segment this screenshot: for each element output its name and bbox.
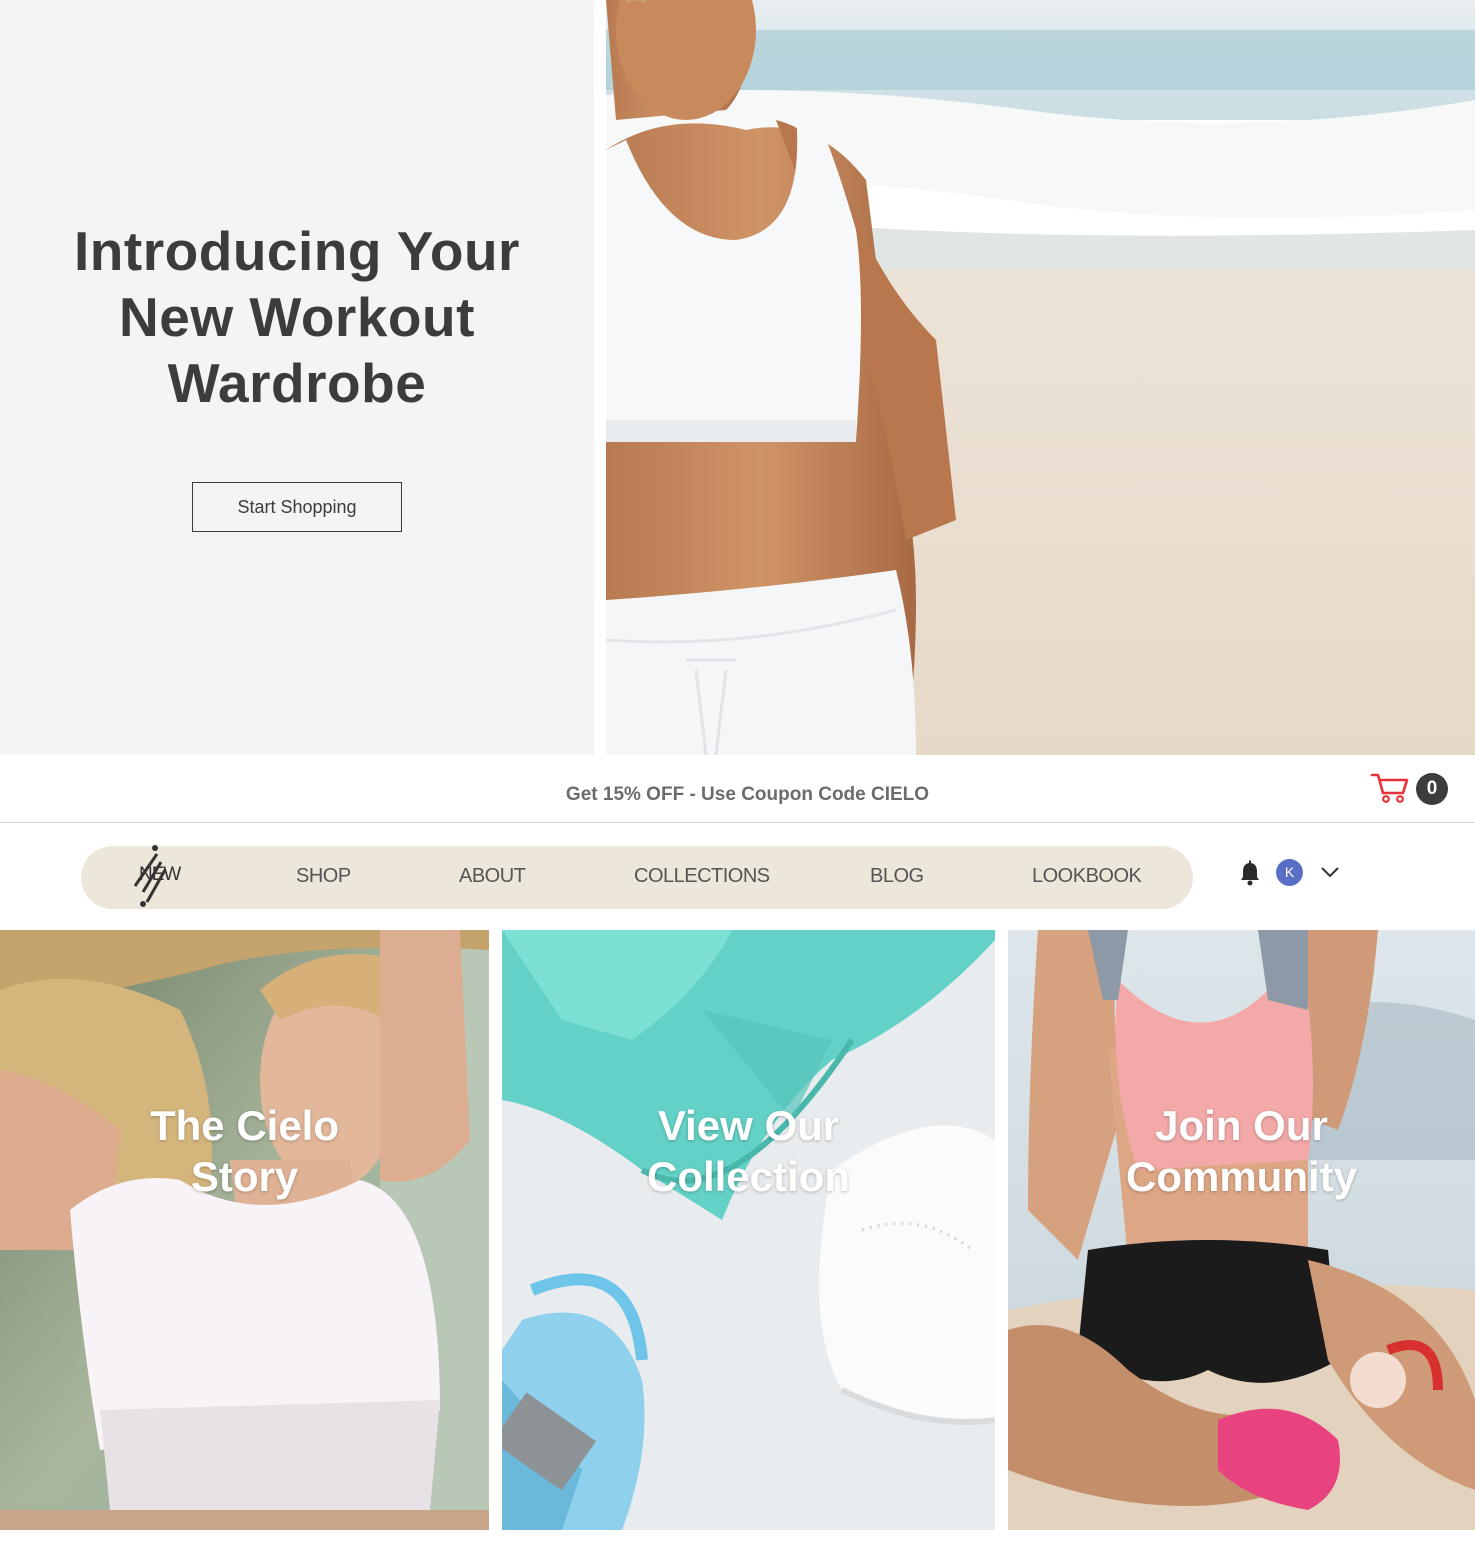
tile-label-line: Join Our bbox=[1155, 1102, 1328, 1149]
tile-label: View Our Collection bbox=[502, 1100, 995, 1202]
tile-photo-gear-flatlay bbox=[502, 930, 995, 1530]
nav-item-collections[interactable]: COLLECTIONS bbox=[634, 865, 770, 888]
notifications-button[interactable] bbox=[1238, 860, 1262, 886]
tile-label-line: Collection bbox=[646, 1153, 850, 1200]
tile-label-line: Story bbox=[190, 1153, 299, 1200]
hero-title-line: Introducing Your bbox=[74, 220, 520, 282]
tile-join-community[interactable]: Join Our Community bbox=[1008, 930, 1475, 1530]
tile-label: The Cielo Story bbox=[0, 1100, 489, 1202]
hero-image-beach-woman bbox=[606, 0, 1475, 755]
hero-photo bbox=[606, 0, 1475, 755]
hero-text-panel: Introducing Your New Workout Wardrobe St… bbox=[0, 0, 594, 755]
tile-photo-stretching-woman bbox=[1008, 930, 1475, 1530]
tile-cielo-story[interactable]: The Cielo Story bbox=[0, 930, 489, 1530]
nav-item-about[interactable]: ABOUT bbox=[459, 865, 526, 888]
site-logo[interactable]: NEW bbox=[127, 842, 191, 912]
coupon-announcement: Get 15% OFF - Use Coupon Code CIELO bbox=[565, 784, 930, 805]
chevron-down-icon bbox=[1321, 867, 1339, 878]
hero-title-line: New Workout bbox=[119, 286, 475, 348]
tile-label: Join Our Community bbox=[1008, 1100, 1475, 1202]
nav-item-lookbook[interactable]: LOOKBOOK bbox=[1032, 865, 1142, 888]
account-menu-toggle[interactable] bbox=[1320, 864, 1340, 880]
shopping-cart-icon bbox=[1370, 773, 1409, 803]
tile-label-line: The Cielo bbox=[149, 1102, 340, 1149]
nav-item-blog[interactable]: BLOG bbox=[870, 865, 924, 888]
nav-item-shop[interactable]: SHOP bbox=[296, 865, 351, 888]
tile-label-line: Community bbox=[1126, 1153, 1357, 1200]
cart-count-badge: 0 bbox=[1416, 773, 1448, 805]
hero-title: Introducing Your New Workout Wardrobe bbox=[0, 218, 594, 416]
cart-button[interactable]: 0 bbox=[1370, 770, 1450, 806]
hero-section: Introducing Your New Workout Wardrobe St… bbox=[0, 0, 1475, 755]
tile-photo-blonde-woman bbox=[0, 930, 489, 1530]
user-avatar[interactable]: K bbox=[1276, 859, 1303, 886]
main-navigation: NEW SHOP ABOUT COLLECTIONS BLOG LOOKBOOK bbox=[81, 845, 1193, 909]
tile-view-collection[interactable]: View Our Collection bbox=[502, 930, 995, 1530]
hero-title-line: Wardrobe bbox=[167, 352, 427, 414]
bell-icon bbox=[1241, 860, 1259, 886]
announcement-bar: Get 15% OFF - Use Coupon Code CIELO 0 bbox=[0, 755, 1475, 823]
tile-label-line: View Our bbox=[657, 1102, 840, 1149]
logo-text: NEW bbox=[139, 864, 181, 885]
start-shopping-button[interactable]: Start Shopping bbox=[192, 482, 402, 532]
